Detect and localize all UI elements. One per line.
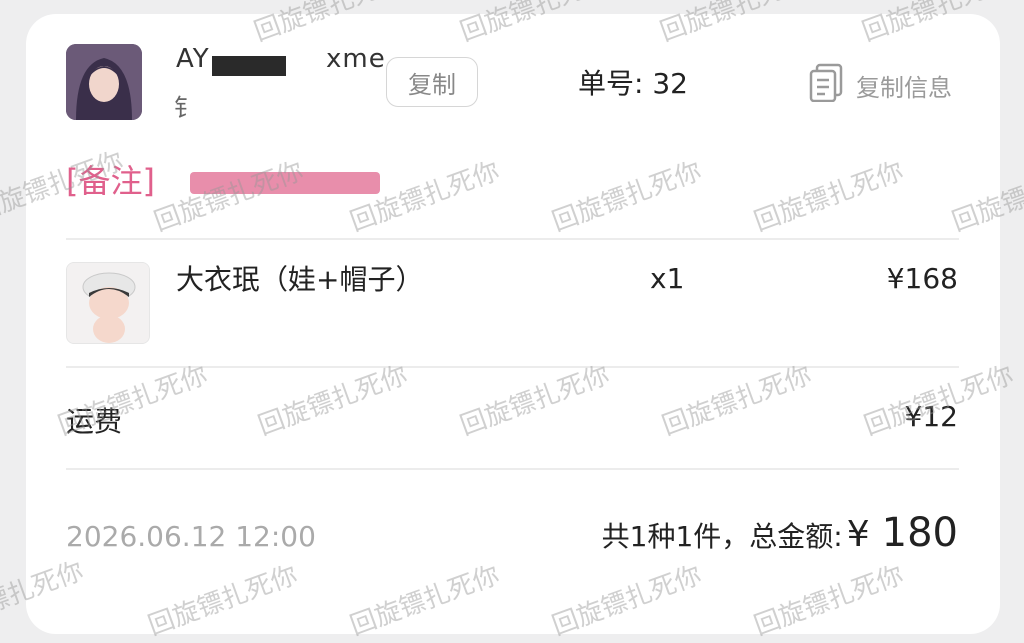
summary-label: 共1种1件，总金额: [601,520,843,553]
copy-button[interactable]: 复制 [386,57,478,107]
user-name: AY [176,44,210,74]
item-name: 大衣珉（娃+帽子） [176,263,424,296]
currency-symbol: ¥ [846,514,870,555]
divider [66,366,959,368]
redacted-note [190,172,380,194]
order-note-label: [备注] [66,162,155,200]
copy-info-label: 复制信息 [856,73,952,102]
item-quantity: x1 [650,262,685,295]
document-copy-icon [808,62,856,108]
user-name-tail: xme [326,44,386,74]
redacted-name-bar [212,56,286,76]
divider [66,468,959,470]
order-summary: 共1种1件，总金额: ¥ 180 [602,510,958,556]
order-timestamp: 2026.06.12 12:00 [66,520,316,553]
user-avatar [66,44,142,120]
order-number: 单号: 32 [578,67,688,100]
shipping-label: 运费 [66,405,123,438]
shipping-price: ¥12 [904,400,958,433]
user-subtitle: 钅 [174,94,198,122]
item-thumbnail [66,262,150,344]
copy-info-button[interactable]: 复制信息 [808,62,952,108]
item-price: ¥168 [886,262,958,295]
divider [66,238,959,240]
order-total: 180 [881,510,958,556]
